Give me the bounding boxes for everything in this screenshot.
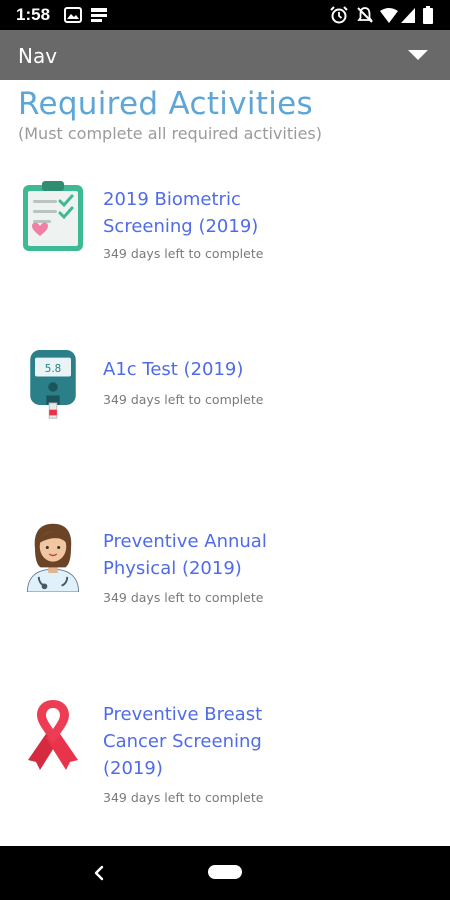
activity-title[interactable]: Preventive Breast Cancer Screening (2019… [103,701,313,782]
status-time: 1:58 [16,5,51,24]
battery-icon [423,6,433,24]
page-title: Required Activities [18,86,313,122]
signal-icon [401,8,415,23]
caret-down-icon[interactable] [408,50,428,60]
clipboard-heart-icon [23,181,83,251]
wifi-icon [380,8,398,23]
alarm-icon [330,6,348,24]
activity-title[interactable]: A1c Test (2019) [103,356,313,383]
meter-reading: 5.8 [45,363,62,375]
activity-days-left: 349 days left to complete [103,392,264,407]
activity-item[interactable]: 5.8 A1c Test (2019) 349 days left to com… [0,350,450,430]
nav-label: Nav [18,44,58,68]
activity-item[interactable]: Preventive Annual Physical (2019) 349 da… [0,520,450,615]
page-subtitle: (Must complete all required activities) [18,124,322,143]
status-bar: 1:58 [0,0,450,30]
activity-title[interactable]: 2019 Biometric Screening (2019) [103,186,313,240]
activity-item[interactable]: 2019 Biometric Screening (2019) 349 days… [0,178,450,278]
system-nav-bar [0,846,450,900]
home-pill-icon[interactable] [208,865,242,879]
activity-days-left: 349 days left to complete [103,590,264,605]
glucose-meter-icon: 5.8 [30,350,76,419]
notification-icon [91,8,107,22]
back-icon[interactable] [90,862,110,884]
nav-dropdown[interactable]: Nav [0,30,450,80]
doctor-icon [26,523,80,592]
activity-days-left: 349 days left to complete [103,790,264,805]
activity-title[interactable]: Preventive Annual Physical (2019) [103,528,313,582]
pink-ribbon-icon [28,700,78,770]
image-icon [64,7,82,23]
activity-item[interactable]: Preventive Breast Cancer Screening (2019… [0,692,450,812]
mute-icon [357,7,373,23]
activity-days-left: 349 days left to complete [103,246,264,261]
